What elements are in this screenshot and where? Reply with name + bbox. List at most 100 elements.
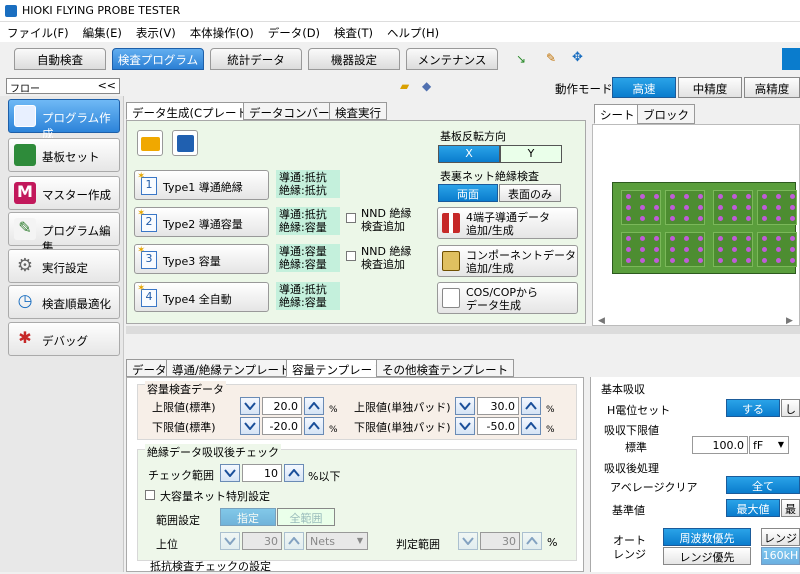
master-icon: M <box>14 182 36 204</box>
type2-button[interactable]: 2 ✶ Type2 導通容量 <box>134 207 269 237</box>
pad-dot <box>640 236 645 241</box>
tab-data-generation[interactable]: データ生成(Cプレート) <box>126 102 259 120</box>
flip-x-button[interactable]: X <box>438 145 500 163</box>
lower-pad-up[interactable] <box>521 417 541 435</box>
upper-pad-up[interactable] <box>521 397 541 415</box>
check-range-input[interactable]: 10 <box>242 464 282 482</box>
splitter[interactable] <box>126 326 800 334</box>
lower-pad-down[interactable] <box>455 417 475 435</box>
component-data-button[interactable]: コンポーネントデータ 追加/生成 <box>437 245 578 277</box>
top-up[interactable] <box>284 532 304 550</box>
judge-input[interactable]: 30 <box>480 532 520 550</box>
wand-icon[interactable]: ✎ <box>546 51 556 65</box>
upper-pad-down[interactable] <box>455 397 475 415</box>
menu-data[interactable]: データ(D) <box>261 22 327 41</box>
type3-button[interactable]: 3 ✶ Type3 容量 <box>134 244 269 274</box>
tab-statistics[interactable]: 統計データ <box>210 48 302 70</box>
range-button[interactable]: レンジ <box>761 528 800 546</box>
average-clear-all-button[interactable]: 全て <box>726 476 800 494</box>
menu-file[interactable]: ファイル(F) <box>0 22 76 41</box>
tab-other-template[interactable]: その他検査テンプレート <box>376 359 515 377</box>
top-down[interactable] <box>220 532 240 550</box>
reference-other-button[interactable]: 最 <box>781 499 800 517</box>
judge-up[interactable] <box>522 532 542 550</box>
check-range-down[interactable] <box>220 464 240 482</box>
flow-program-create[interactable]: プログラム作成 <box>8 99 120 141</box>
flow-order-optimize[interactable]: ◷ 検査順最適化 <box>8 285 120 319</box>
flip-y-button[interactable]: Y <box>500 145 562 163</box>
nnd-checkbox-2[interactable] <box>346 251 356 261</box>
lower-std-up[interactable] <box>304 417 324 435</box>
menu-edit[interactable]: 編集(E) <box>76 22 129 41</box>
upper-std-input[interactable]: 20.0 <box>262 397 302 415</box>
mode-medium[interactable]: 中精度 <box>678 77 742 98</box>
flow-program-edit[interactable]: ✎ プログラム編集 <box>8 212 120 254</box>
tab-sheet[interactable]: シート <box>594 104 641 124</box>
tab-continuity-template[interactable]: 導通/絶縁テンプレート <box>166 359 297 377</box>
cos-cop-button[interactable]: COS/COPから データ生成 <box>437 282 578 314</box>
flow-master-create[interactable]: M マスター作成 <box>8 176 120 210</box>
tab-block[interactable]: ブロック <box>637 104 695 124</box>
upper-std-up[interactable] <box>304 397 324 415</box>
type1-button[interactable]: 1 ✶ Type1 導通絶縁 <box>134 170 269 200</box>
nnd-label-1: NND 絶縁 検査追加 <box>361 207 412 233</box>
menu-help[interactable]: ヘルプ(H) <box>380 22 446 41</box>
move-icon[interactable]: ✥ <box>572 50 583 65</box>
pad-dot <box>684 236 689 241</box>
menu-view[interactable]: 表示(V) <box>129 22 183 41</box>
four-terminal-button[interactable]: 4端子導通データ 追加/生成 <box>437 207 578 239</box>
mode-high[interactable]: 高精度 <box>744 77 800 98</box>
tab-device-settings[interactable]: 機器設定 <box>308 48 400 70</box>
lower-std-down[interactable] <box>240 417 260 435</box>
import-icon[interactable]: ↘ <box>516 52 526 66</box>
check-range-up[interactable] <box>284 464 304 482</box>
collapse-button[interactable]: << <box>98 79 116 92</box>
top-unit-select[interactable]: Nets ▼ <box>306 532 368 550</box>
freq-priority-button[interactable]: 周波数優先 <box>663 528 751 546</box>
save-button[interactable] <box>172 130 198 156</box>
lower-pad-input[interactable]: -50.0 <box>477 417 519 435</box>
right-edge-button[interactable] <box>782 48 800 70</box>
unit-select[interactable]: fF ▼ <box>749 436 789 454</box>
surface-front-button[interactable]: 表面のみ <box>499 184 561 202</box>
top-input[interactable]: 30 <box>242 532 282 550</box>
large-net-checkbox[interactable] <box>145 490 155 500</box>
absorb-lower-input[interactable]: 100.0 <box>692 436 748 454</box>
nnd-checkbox-1[interactable] <box>346 213 356 223</box>
scroll-right-arrow[interactable]: ▶ <box>786 316 793 326</box>
scroll-left-arrow[interactable]: ◀ <box>598 316 605 326</box>
open-file-button[interactable] <box>137 130 163 156</box>
flow-board-set[interactable]: 基板セット <box>8 138 120 172</box>
scope-specified-button[interactable]: 指定 <box>220 508 276 526</box>
h-potential-off-button[interactable]: し <box>781 399 800 417</box>
judge-down[interactable] <box>458 532 478 550</box>
block <box>713 190 753 225</box>
freq-value-button[interactable]: 160kH <box>761 547 800 565</box>
range-priority-button[interactable]: レンジ優先 <box>663 547 751 565</box>
flow-run-settings[interactable]: ⚙ 実行設定 <box>8 249 120 283</box>
upper-std-down[interactable] <box>240 397 260 415</box>
menu-operation[interactable]: 本体操作(O) <box>183 22 261 41</box>
reference-max-button[interactable]: 最大値 <box>726 499 780 517</box>
scope-label: 範囲設定 <box>156 514 200 527</box>
lower-std-input[interactable]: -20.0 <box>262 417 302 435</box>
pad-dot <box>684 258 689 263</box>
tab-maintenance[interactable]: メンテナンス <box>406 48 498 70</box>
tab-auto-test[interactable]: 自動検査 <box>14 48 106 70</box>
tab-test-run[interactable]: 検査実行 <box>329 102 387 120</box>
new-star-icon: ✶ <box>137 245 146 256</box>
tab-capacity-template[interactable]: 容量テンプレート <box>286 359 390 377</box>
pad-dot <box>626 258 631 263</box>
scope-all-button[interactable]: 全範囲 <box>277 508 335 526</box>
eraser-icon[interactable]: ◆ <box>422 79 431 93</box>
h-potential-on-button[interactable]: する <box>726 399 780 417</box>
mode-fast[interactable]: 高速 <box>612 77 676 98</box>
surface-both-button[interactable]: 両面 <box>438 184 498 202</box>
upper-pad-input[interactable]: 30.0 <box>477 397 519 415</box>
tab-test-program[interactable]: 検査プログラム <box>112 48 204 70</box>
open-folder-icon[interactable]: ▰ <box>400 79 409 93</box>
type4-button[interactable]: 4 ✶ Type4 全自動 <box>134 282 269 312</box>
block <box>757 190 797 225</box>
menu-test[interactable]: 検査(T) <box>327 22 380 41</box>
flow-debug[interactable]: ✱ デバッグ <box>8 322 120 356</box>
